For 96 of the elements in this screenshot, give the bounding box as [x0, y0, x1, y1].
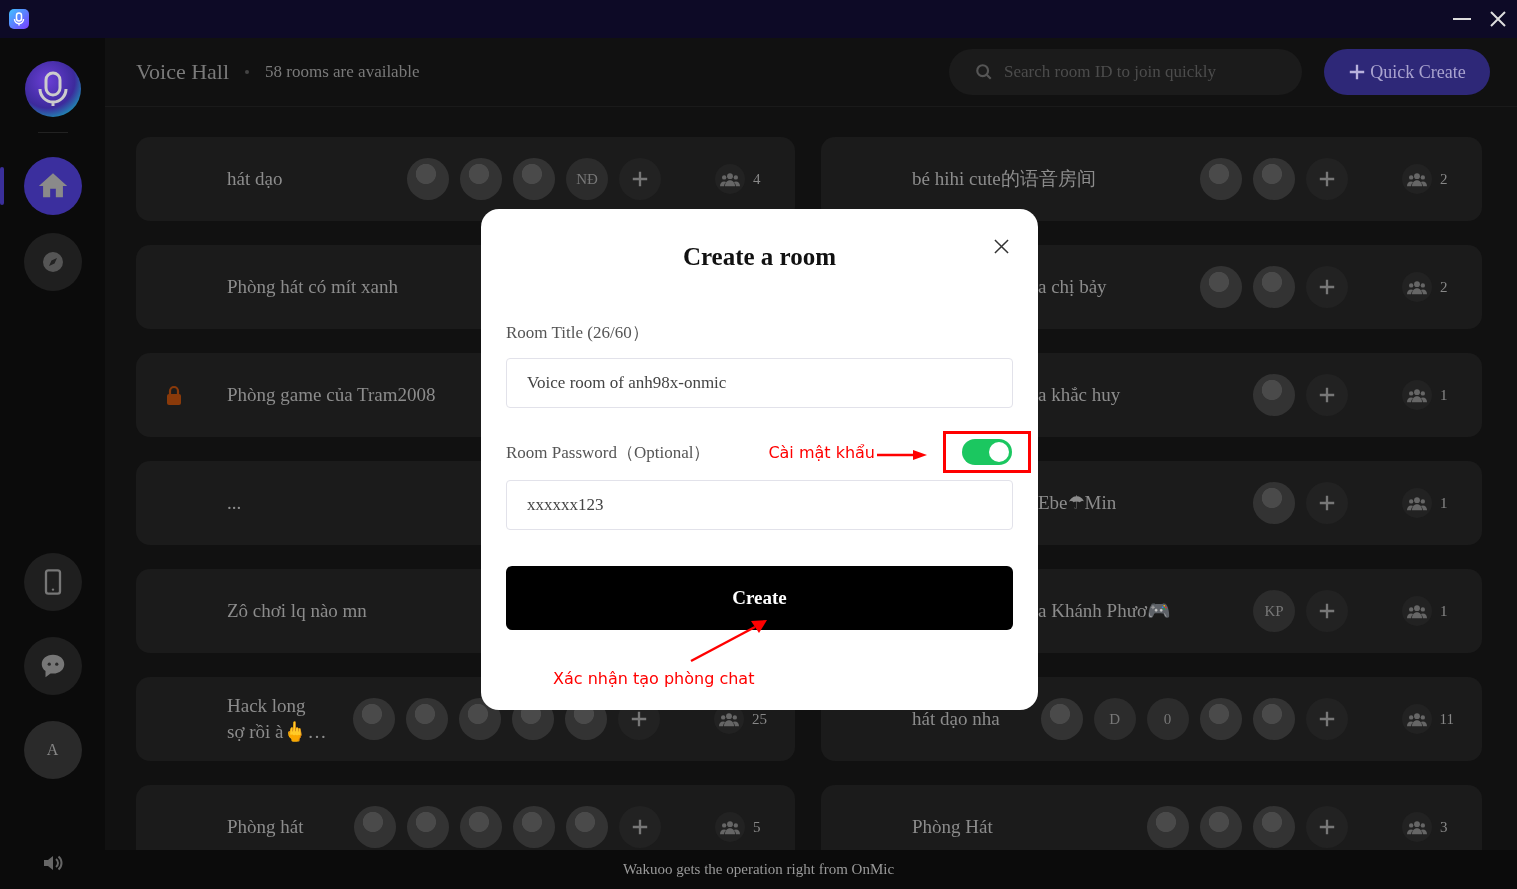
avatar-initials: KP: [1253, 590, 1295, 632]
plus-icon: [1348, 63, 1367, 81]
footer-text: Wakuoo gets the operation right from OnMic: [622, 861, 895, 878]
avatar-photo: [566, 806, 608, 848]
password-toggle[interactable]: [962, 439, 1012, 465]
room-title: hát dạo nha: [912, 707, 1000, 732]
annotation-text: Cài mật khẩu: [768, 442, 875, 462]
members-icon: [1402, 812, 1432, 842]
room-title: Phòng hát có mít xanh: [227, 275, 398, 300]
room-card[interactable]: bé hihi cute的语音房间 2: [821, 137, 1482, 221]
room-card[interactable]: hát dạo NĐ 4: [136, 137, 795, 221]
avatar-photo: [1200, 266, 1242, 308]
avatar-photo: [1253, 266, 1295, 308]
compass-icon: [40, 250, 65, 274]
avatar-photo: [1253, 806, 1295, 848]
avatar-initials: 0: [1146, 698, 1189, 740]
room-title: bé hihi cute的语音房间: [912, 167, 1096, 192]
quick-create-button[interactable]: Quick Create: [1324, 49, 1490, 95]
minimize-icon: [1453, 18, 1471, 20]
room-title: Ebe☂Min: [1038, 491, 1117, 516]
plus-icon: [1318, 170, 1336, 188]
avatar-photo: [1252, 698, 1295, 740]
avatar-photo: [513, 806, 555, 848]
members-icon: [1402, 488, 1432, 518]
avatar-photo: [1200, 158, 1242, 200]
password-input[interactable]: xxxxxx123: [506, 480, 1013, 530]
plus-icon: [1317, 710, 1336, 728]
member-count: 11: [1439, 710, 1454, 728]
members-icon: [1402, 272, 1432, 302]
room-title: Phòng game của Tram2008: [227, 383, 436, 408]
member-count: 5: [753, 818, 762, 836]
close-icon[interactable]: [994, 239, 1009, 254]
room-title: ...: [227, 491, 242, 516]
plus-icon: [1318, 494, 1336, 512]
avatar-photo: [354, 806, 396, 848]
room-title: Hack long sợ rồi à🖕…: [227, 694, 327, 744]
separator-dot: [245, 70, 250, 74]
active-indicator: [0, 167, 4, 205]
avatar-photo: [460, 806, 502, 848]
room-title: a khắc huy: [1038, 383, 1121, 408]
close-icon: [1488, 9, 1508, 29]
room-title-input[interactable]: Voice room of anh98x-onmic: [506, 358, 1013, 408]
avatar-photo: [1147, 806, 1189, 848]
room-title: a Khánh Phươ🎮: [1038, 599, 1171, 624]
avatar-photo: [460, 158, 502, 200]
room-title: a chị bảy: [1038, 275, 1107, 300]
members-icon: [1402, 596, 1432, 626]
members-icon: [715, 812, 745, 842]
user-avatar[interactable]: A: [23, 721, 82, 779]
avatar-photo: [1253, 482, 1295, 524]
plus-icon: [1318, 278, 1336, 296]
member-count: 1: [1440, 386, 1449, 404]
avatar-photo: [407, 806, 449, 848]
members-icon: [715, 164, 745, 194]
members-icon: [1402, 164, 1432, 194]
avatar-photo: [459, 698, 501, 740]
room-card[interactable]: Phòng Hát 3: [821, 785, 1482, 850]
plus-icon: [1318, 386, 1336, 404]
plus-icon: [1318, 818, 1336, 836]
annotation-arrow: [877, 450, 927, 460]
create-button[interactable]: Create: [506, 566, 1013, 630]
plus-icon: [631, 818, 649, 836]
avatar-photo: [1040, 698, 1083, 740]
avatar-photo: [1200, 806, 1242, 848]
plus-icon: [630, 710, 648, 728]
avatar-photo: [1199, 698, 1242, 740]
member-count: 2: [1440, 170, 1449, 188]
room-title: Zô chơi lq nào mn: [227, 599, 367, 624]
room-title: hát dạo: [227, 167, 283, 192]
microphone-logo-icon: [23, 60, 82, 118]
avatar-photo: [407, 158, 449, 200]
avatar-photo: [1253, 374, 1295, 416]
members-icon: [1401, 704, 1432, 734]
room-title: Phòng hát: [227, 815, 304, 840]
plus-icon: [631, 170, 649, 188]
members-icon: [1402, 380, 1432, 410]
avatar-initials: D: [1093, 698, 1136, 740]
member-count: 1: [1440, 494, 1449, 512]
plus-icon: [1318, 602, 1336, 620]
member-count: 3: [1440, 818, 1449, 836]
room-title: Phòng Hát: [912, 815, 993, 840]
field-label: Room Password（Optional）: [506, 441, 711, 464]
member-count: 25: [752, 710, 767, 728]
app-logo-icon: [9, 9, 29, 29]
page-title: Voice Hall: [136, 59, 230, 85]
avatar-initials: NĐ: [566, 158, 608, 200]
avatar-photo: [513, 158, 555, 200]
member-count: 4: [753, 170, 762, 188]
room-count-text: 58 rooms are available: [265, 62, 420, 82]
member-count: 1: [1440, 602, 1449, 620]
avatar-photo: [406, 698, 448, 740]
home-button[interactable]: [23, 157, 82, 215]
member-count: 2: [1440, 278, 1449, 296]
avatar-photo: [1253, 158, 1295, 200]
avatar-photo: [353, 698, 395, 740]
room-card[interactable]: Phòng hát 5: [136, 785, 795, 850]
